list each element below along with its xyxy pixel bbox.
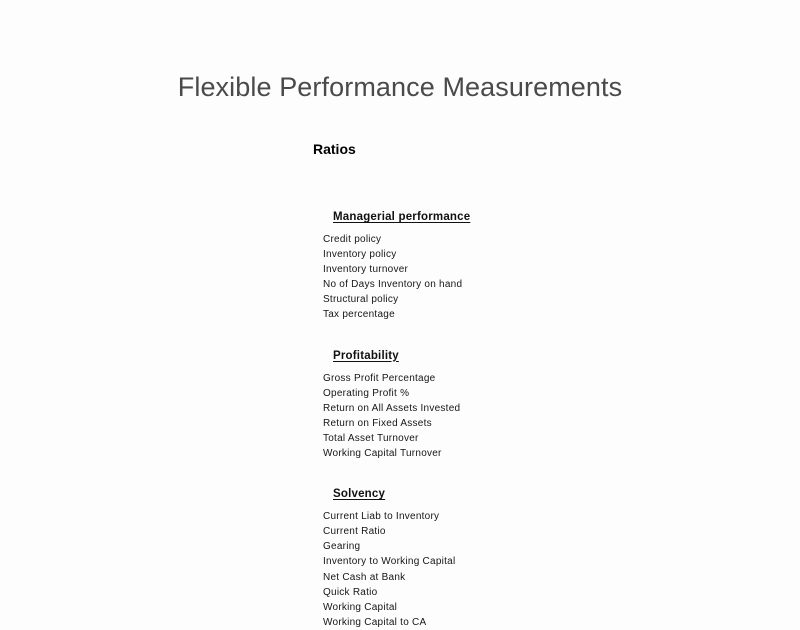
group-heading-solvency: Solvency bbox=[333, 488, 386, 501]
list-item: Gross Profit Percentage bbox=[323, 372, 436, 384]
list-item: Return on All Assets Invested bbox=[323, 402, 461, 414]
list-item: Operating Profit % bbox=[323, 387, 410, 399]
document-page: Flexible Performance Measurements Ratios… bbox=[0, 0, 800, 628]
list-item: Inventory turnover bbox=[323, 264, 409, 276]
ratio-group-solvency: Solvency Current Liab to Inventory Curre… bbox=[323, 484, 743, 630]
ratio-group-profitability: Profitability Gross Profit Percentage Op… bbox=[323, 346, 743, 462]
list-item: Current Liab to Inventory bbox=[323, 511, 440, 523]
list-item: Inventory to Working Capital bbox=[323, 556, 456, 568]
list-item: No of Days Inventory on hand bbox=[323, 279, 463, 291]
group-items-managerial-performance: Credit policy Inventory policy Inventory… bbox=[323, 232, 743, 323]
ratio-group-managerial-performance: Managerial performance Credit policy Inv… bbox=[323, 207, 743, 323]
list-item: Net Cash at Bank bbox=[323, 571, 406, 583]
list-item: Gearing bbox=[323, 541, 361, 553]
list-item: Quick Ratio bbox=[323, 586, 378, 598]
list-item: Current Ratio bbox=[323, 526, 386, 538]
group-items-profitability: Gross Profit Percentage Operating Profit… bbox=[323, 371, 743, 462]
group-heading-managerial-performance: Managerial performance bbox=[333, 211, 471, 223]
list-item: Total Asset Turnover bbox=[323, 432, 419, 444]
list-item: Working Capital bbox=[323, 601, 398, 613]
list-item: Inventory policy bbox=[323, 249, 397, 261]
list-item: Return on Fixed Assets bbox=[323, 417, 432, 429]
list-item: Working Capital to CA bbox=[323, 616, 427, 628]
group-items-solvency: Current Liab to Inventory Current Ratio … bbox=[323, 509, 743, 630]
group-heading-profitability: Profitability bbox=[333, 349, 399, 362]
list-item: Credit policy bbox=[323, 234, 382, 245]
page-title: Flexible Performance Measurements bbox=[177, 72, 623, 102]
ratio-groups-container: Managerial performance Credit policy Inv… bbox=[323, 207, 743, 630]
list-item: Structural policy bbox=[323, 294, 399, 306]
list-item: Working Capital Turnover bbox=[323, 448, 442, 460]
list-item: Tax percentage bbox=[323, 309, 395, 321]
section-label-ratios: Ratios bbox=[313, 141, 356, 157]
